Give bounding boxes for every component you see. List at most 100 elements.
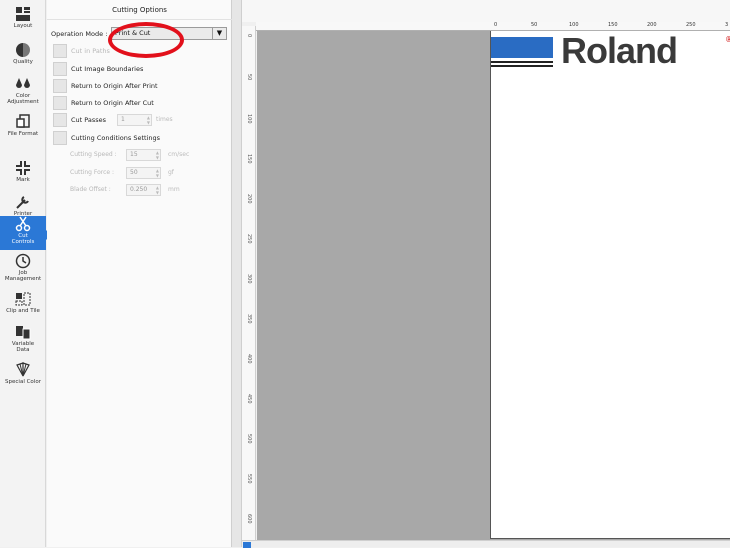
layout-icon: [16, 7, 30, 21]
blade-offset-value: 0.250: [130, 186, 148, 193]
chevron-down-icon[interactable]: ▼: [212, 28, 226, 39]
ruler-tick: 500: [246, 434, 252, 444]
ruler-tick: 200: [246, 194, 252, 204]
operation-mode-label: Operation Mode :: [51, 30, 108, 38]
annotation-ellipse: [108, 22, 184, 58]
nav-file-format[interactable]: File Format: [0, 114, 46, 142]
cutting-speed-unit: cm/sec: [168, 151, 190, 158]
option-label: Return to Origin After Print: [71, 82, 158, 90]
blade-offset-row: Blade Offset : 0.250 ▲ ▼ mm: [70, 183, 220, 197]
printer-controls-icon: [16, 196, 29, 209]
ruler-tick: 50: [531, 22, 538, 28]
mark-icon: [16, 161, 30, 175]
ruler-tick: 450: [246, 394, 252, 404]
ruler-tick: 250: [686, 22, 696, 28]
ruler-tick: 100: [569, 22, 579, 28]
ruler-tick: 250: [246, 234, 252, 244]
nav-label: Special Color: [5, 379, 41, 385]
nav-label: Color Adjustment: [7, 93, 39, 105]
nav-label: Quality: [13, 59, 33, 65]
ruler-tick: 400: [246, 354, 252, 364]
nav-layout[interactable]: Layout: [0, 6, 46, 36]
stepper-arrows-icon[interactable]: ▲ ▼: [156, 150, 159, 160]
checkbox[interactable]: [53, 96, 67, 110]
checkbox[interactable]: [53, 62, 67, 76]
nav-special-color[interactable]: Special Color: [0, 362, 46, 390]
side-nav: Layout Quality Color Adjustment File For…: [0, 0, 51, 547]
nav-label: File Format: [7, 131, 39, 137]
media-sheet[interactable]: Roland ®: [490, 31, 730, 539]
checkbox[interactable]: [53, 113, 67, 127]
option-label: Cut Passes: [71, 116, 107, 124]
stepper-arrows-icon[interactable]: ▲ ▼: [156, 168, 159, 178]
quality-icon: [16, 43, 30, 57]
checkbox[interactable]: [53, 79, 67, 93]
ruler-tick: 100: [246, 114, 252, 124]
clock-icon: [15, 253, 31, 269]
cutting-force-stepper[interactable]: 50 ▲ ▼: [126, 167, 161, 179]
nav-job-management[interactable]: Job Management: [0, 253, 46, 287]
cut-passes-stepper[interactable]: 1 ▲ ▼: [117, 114, 152, 126]
ruler-tick: 50: [246, 74, 252, 81]
cutting-speed-stepper[interactable]: 15 ▲ ▼: [126, 149, 161, 161]
cut-passes-unit: times: [156, 116, 173, 123]
file-format-icon: [16, 114, 30, 128]
variable-data-icon: [16, 326, 31, 340]
nav-label: Job Management: [4, 270, 42, 282]
blade-offset-label: Blade Offset :: [70, 186, 111, 193]
scissors-icon: [15, 216, 31, 232]
ruler-tick: 300: [246, 274, 252, 284]
panel-splitter[interactable]: [232, 0, 242, 547]
option-label: Cutting Conditions Settings: [71, 134, 161, 142]
logo-mark: [491, 37, 553, 67]
ruler-tick: 0: [494, 22, 498, 28]
stepper-arrows-icon[interactable]: ▲ ▼: [147, 115, 150, 125]
ruler-tick: 200: [647, 22, 657, 28]
nav-variable-data[interactable]: Variable Data: [0, 324, 46, 356]
cutting-speed-value: 15: [130, 151, 138, 158]
ruler-tick: 0: [246, 34, 252, 38]
cutting-options-panel: Cutting Options Operation Mode : Print &…: [47, 0, 232, 547]
nav-color-adjustment[interactable]: Color Adjustment: [0, 76, 46, 110]
clip-tile-icon: [15, 292, 31, 306]
ruler-tick: 150: [246, 154, 252, 164]
zoom-icon[interactable]: [243, 542, 251, 548]
option-label: Return to Origin After Cut: [71, 99, 154, 107]
nav-label: Clip and Tile: [6, 308, 40, 314]
nav-label: Layout: [13, 23, 33, 29]
option-label: Cut Image Boundaries: [71, 65, 144, 73]
ruler-tick: 3: [725, 22, 729, 28]
nav-label: Variable Data: [11, 341, 35, 353]
logo-text: Roland: [561, 30, 678, 71]
panel-title: Cutting Options: [47, 0, 232, 20]
cutting-force-unit: gf: [168, 169, 174, 176]
blade-offset-stepper[interactable]: 0.250 ▲ ▼: [126, 184, 161, 196]
cutting-speed-label: Cutting Speed :: [70, 151, 117, 158]
cutting-force-value: 50: [130, 169, 138, 176]
ruler-tick: 350: [246, 314, 252, 324]
ruler-tick: 550: [246, 474, 252, 484]
nav-cut-controls[interactable]: Cut Controls: [0, 216, 51, 250]
cut-passes-value: 1: [121, 116, 125, 123]
logo-registered-mark: ®: [725, 35, 730, 44]
nav-clip-and-tile[interactable]: Clip and Tile: [0, 291, 46, 319]
nav-label: Mark: [16, 177, 30, 183]
nav-mark[interactable]: Mark: [0, 160, 46, 188]
status-bar: [242, 540, 730, 548]
ruler-tick: 600: [246, 514, 252, 524]
option-label: Cut in Paths: [71, 47, 110, 55]
color-adjustment-icon: [16, 78, 30, 88]
stepper-arrows-icon[interactable]: ▲ ▼: [156, 185, 159, 195]
ruler-tick: 150: [608, 22, 618, 28]
blade-offset-unit: mm: [168, 186, 180, 193]
checkbox[interactable]: [53, 44, 67, 58]
cutting-force-label: Cutting Force :: [70, 169, 115, 176]
option-cut-passes[interactable]: Cut Passes 1 ▲ ▼ times: [53, 113, 228, 127]
special-color-icon: [16, 362, 30, 377]
cutting-speed-row: Cutting Speed : 15 ▲ ▼ cm/sec: [70, 148, 220, 162]
nav-label: Cut Controls: [11, 233, 35, 245]
checkbox[interactable]: [53, 131, 67, 145]
cutting-force-row: Cutting Force : 50 ▲ ▼ gf: [70, 166, 220, 180]
nav-quality[interactable]: Quality: [0, 42, 46, 70]
preview-topbar: [242, 0, 730, 22]
